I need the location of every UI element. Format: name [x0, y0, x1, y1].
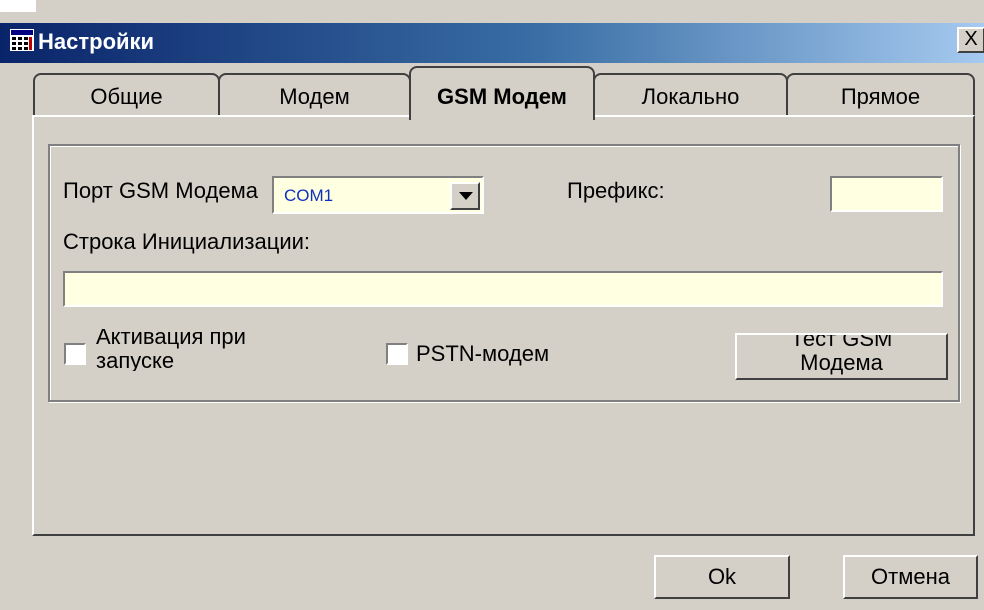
cancel-button[interactable]: Отмена [843, 555, 978, 599]
ok-button-label: Ok [707, 564, 737, 589]
init-string-label: Строка Инициализации: [63, 229, 311, 254]
cancel-button-label: Отмена [871, 564, 950, 589]
prefix-input[interactable] [830, 176, 943, 212]
port-value: COM1 [284, 186, 334, 205]
tab-direct[interactable]: Прямое [786, 73, 975, 117]
close-icon: X [964, 28, 978, 50]
prefix-label: Префикс: [567, 178, 665, 203]
port-combobox[interactable]: COM1 [272, 176, 484, 214]
pstn-modem-label: PSTN-модем [416, 341, 550, 366]
test-gsm-modem-button[interactable]: Тест GSM Модема [735, 333, 948, 380]
tab-modem-label: Модем [279, 84, 350, 109]
calculator-icon [10, 29, 34, 51]
ok-button[interactable]: Ok [654, 555, 790, 599]
combo-dropdown-button[interactable] [450, 182, 480, 210]
tab-gsm-modem-label: GSM Модем [437, 84, 567, 109]
window-title: Настройки [38, 29, 155, 54]
close-button[interactable]: X [957, 27, 984, 53]
test-gsm-modem-label: Тест GSM Модема [790, 333, 893, 375]
tab-modem[interactable]: Модем [218, 73, 411, 117]
tab-local[interactable]: Локально [593, 73, 788, 117]
settings-window: Настройки X Общие Модем Локально Прямое … [0, 0, 984, 610]
tab-general[interactable]: Общие [33, 73, 220, 117]
init-string-input[interactable] [63, 271, 943, 307]
chevron-down-icon [459, 192, 473, 200]
pstn-modem-checkbox[interactable] [386, 343, 408, 365]
desktop-corner [0, 0, 36, 12]
tab-direct-label: Прямое [840, 84, 921, 109]
activate-on-start-label-clip: Активация при запуске [96, 329, 346, 371]
tab-general-label: Общие [90, 84, 163, 109]
tab-gsm-modem[interactable]: GSM Модем [409, 66, 595, 120]
tab-local-label: Локально [641, 84, 740, 109]
activate-on-start-checkbox[interactable] [64, 343, 86, 365]
port-label: Порт GSM Модема [63, 178, 258, 203]
activate-on-start-label: Активация при запуске [96, 329, 246, 371]
